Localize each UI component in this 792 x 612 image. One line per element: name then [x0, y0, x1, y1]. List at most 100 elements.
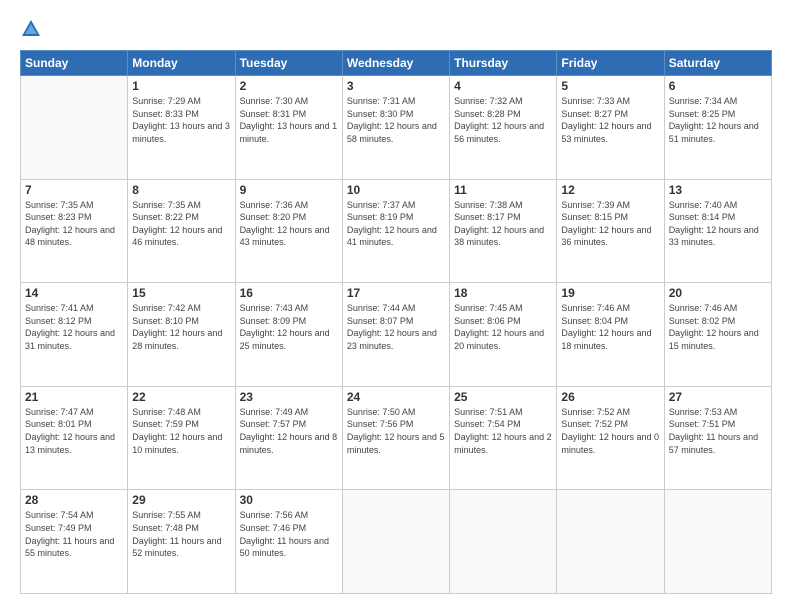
day-info: Sunrise: 7:31 AMSunset: 8:30 PMDaylight:… — [347, 95, 445, 145]
header — [20, 18, 772, 40]
day-number: 13 — [669, 183, 767, 197]
day-info: Sunrise: 7:33 AMSunset: 8:27 PMDaylight:… — [561, 95, 659, 145]
day-number: 24 — [347, 390, 445, 404]
calendar-cell: 12 Sunrise: 7:39 AMSunset: 8:15 PMDayligh… — [557, 179, 664, 283]
calendar-cell: 13 Sunrise: 7:40 AMSunset: 8:14 PMDayligh… — [664, 179, 771, 283]
day-number: 3 — [347, 79, 445, 93]
calendar-cell — [342, 490, 449, 594]
calendar-cell: 3 Sunrise: 7:31 AMSunset: 8:30 PMDaylight… — [342, 76, 449, 180]
day-info: Sunrise: 7:32 AMSunset: 8:28 PMDaylight:… — [454, 95, 552, 145]
day-number: 26 — [561, 390, 659, 404]
day-info: Sunrise: 7:49 AMSunset: 7:57 PMDaylight:… — [240, 406, 338, 456]
day-number: 6 — [669, 79, 767, 93]
day-number: 17 — [347, 286, 445, 300]
calendar-cell: 11Sunrise: 7:38 AMSunset: 8:17 PMDayligh… — [450, 179, 557, 283]
day-number: 15 — [132, 286, 230, 300]
logo-icon — [20, 18, 42, 40]
weekday-header-wednesday: Wednesday — [342, 51, 449, 76]
day-info: Sunrise: 7:50 AMSunset: 7:56 PMDaylight:… — [347, 406, 445, 456]
calendar-cell: 8 Sunrise: 7:35 AMSunset: 8:22 PMDaylight… — [128, 179, 235, 283]
day-number: 28 — [25, 493, 123, 507]
day-info: Sunrise: 7:42 AMSunset: 8:10 PMDaylight:… — [132, 302, 230, 352]
day-info: Sunrise: 7:30 AMSunset: 8:31 PMDaylight:… — [240, 95, 338, 145]
day-info: Sunrise: 7:35 AMSunset: 8:23 PMDaylight:… — [25, 199, 123, 249]
calendar-cell: 17 Sunrise: 7:44 AMSunset: 8:07 PMDayligh… — [342, 283, 449, 387]
day-number: 29 — [132, 493, 230, 507]
day-number: 19 — [561, 286, 659, 300]
day-info: Sunrise: 7:35 AMSunset: 8:22 PMDaylight:… — [132, 199, 230, 249]
day-info: Sunrise: 7:55 AMSunset: 7:48 PMDaylight:… — [132, 509, 230, 559]
calendar-cell: 24 Sunrise: 7:50 AMSunset: 7:56 PMDayligh… — [342, 386, 449, 490]
day-info: Sunrise: 7:51 AMSunset: 7:54 PMDaylight:… — [454, 406, 552, 456]
calendar-cell: 29 Sunrise: 7:55 AMSunset: 7:48 PMDayligh… — [128, 490, 235, 594]
day-number: 12 — [561, 183, 659, 197]
calendar-cell: 27 Sunrise: 7:53 AMSunset: 7:51 PMDayligh… — [664, 386, 771, 490]
calendar-cell: 2 Sunrise: 7:30 AMSunset: 8:31 PMDaylight… — [235, 76, 342, 180]
day-info: Sunrise: 7:40 AMSunset: 8:14 PMDaylight:… — [669, 199, 767, 249]
day-number: 14 — [25, 286, 123, 300]
day-number: 8 — [132, 183, 230, 197]
day-number: 27 — [669, 390, 767, 404]
calendar-cell: 26 Sunrise: 7:52 AMSunset: 7:52 PMDayligh… — [557, 386, 664, 490]
day-number: 20 — [669, 286, 767, 300]
day-number: 1 — [132, 79, 230, 93]
day-info: Sunrise: 7:52 AMSunset: 7:52 PMDaylight:… — [561, 406, 659, 456]
day-info: Sunrise: 7:37 AMSunset: 8:19 PMDaylight:… — [347, 199, 445, 249]
weekday-header-sunday: Sunday — [21, 51, 128, 76]
weekday-header-row: SundayMondayTuesdayWednesdayThursdayFrid… — [21, 51, 772, 76]
day-info: Sunrise: 7:39 AMSunset: 8:15 PMDaylight:… — [561, 199, 659, 249]
calendar-cell: 20Sunrise: 7:46 AMSunset: 8:02 PMDayligh… — [664, 283, 771, 387]
day-info: Sunrise: 7:44 AMSunset: 8:07 PMDaylight:… — [347, 302, 445, 352]
day-number: 25 — [454, 390, 552, 404]
day-info: Sunrise: 7:29 AMSunset: 8:33 PMDaylight:… — [132, 95, 230, 145]
calendar-cell: 19Sunrise: 7:46 AMSunset: 8:04 PMDayligh… — [557, 283, 664, 387]
calendar-cell: 4 Sunrise: 7:32 AMSunset: 8:28 PMDaylight… — [450, 76, 557, 180]
weekday-header-friday: Friday — [557, 51, 664, 76]
day-number: 10 — [347, 183, 445, 197]
calendar-cell: 1 Sunrise: 7:29 AMSunset: 8:33 PMDaylight… — [128, 76, 235, 180]
logo — [20, 18, 46, 40]
calendar-cell: 14 Sunrise: 7:41 AMSunset: 8:12 PMDayligh… — [21, 283, 128, 387]
day-number: 30 — [240, 493, 338, 507]
calendar-table: SundayMondayTuesdayWednesdayThursdayFrid… — [20, 50, 772, 594]
day-info: Sunrise: 7:47 AMSunset: 8:01 PMDaylight:… — [25, 406, 123, 456]
calendar-cell — [450, 490, 557, 594]
calendar-cell — [664, 490, 771, 594]
day-info: Sunrise: 7:53 AMSunset: 7:51 PMDaylight:… — [669, 406, 767, 456]
day-info: Sunrise: 7:41 AMSunset: 8:12 PMDaylight:… — [25, 302, 123, 352]
calendar-week-row: 1 Sunrise: 7:29 AMSunset: 8:33 PMDaylight… — [21, 76, 772, 180]
day-number: 23 — [240, 390, 338, 404]
calendar-cell: 7 Sunrise: 7:35 AMSunset: 8:23 PMDaylight… — [21, 179, 128, 283]
calendar-week-row: 7 Sunrise: 7:35 AMSunset: 8:23 PMDaylight… — [21, 179, 772, 283]
day-info: Sunrise: 7:36 AMSunset: 8:20 PMDaylight:… — [240, 199, 338, 249]
day-number: 5 — [561, 79, 659, 93]
calendar-cell: 10 Sunrise: 7:37 AMSunset: 8:19 PMDayligh… — [342, 179, 449, 283]
day-info: Sunrise: 7:48 AMSunset: 7:59 PMDaylight:… — [132, 406, 230, 456]
calendar-cell — [557, 490, 664, 594]
day-number: 16 — [240, 286, 338, 300]
calendar-cell: 30 Sunrise: 7:56 AMSunset: 7:46 PMDayligh… — [235, 490, 342, 594]
day-number: 18 — [454, 286, 552, 300]
page: SundayMondayTuesdayWednesdayThursdayFrid… — [0, 0, 792, 612]
weekday-header-monday: Monday — [128, 51, 235, 76]
day-number: 2 — [240, 79, 338, 93]
day-info: Sunrise: 7:45 AMSunset: 8:06 PMDaylight:… — [454, 302, 552, 352]
calendar-cell: 15 Sunrise: 7:42 AMSunset: 8:10 PMDayligh… — [128, 283, 235, 387]
day-info: Sunrise: 7:54 AMSunset: 7:49 PMDaylight:… — [25, 509, 123, 559]
calendar-cell: 16 Sunrise: 7:43 AMSunset: 8:09 PMDayligh… — [235, 283, 342, 387]
day-info: Sunrise: 7:34 AMSunset: 8:25 PMDaylight:… — [669, 95, 767, 145]
day-number: 22 — [132, 390, 230, 404]
calendar-cell: 25 Sunrise: 7:51 AMSunset: 7:54 PMDayligh… — [450, 386, 557, 490]
weekday-header-saturday: Saturday — [664, 51, 771, 76]
day-number: 4 — [454, 79, 552, 93]
calendar-cell: 22 Sunrise: 7:48 AMSunset: 7:59 PMDayligh… — [128, 386, 235, 490]
calendar-cell: 28 Sunrise: 7:54 AMSunset: 7:49 PMDayligh… — [21, 490, 128, 594]
calendar-cell: 21Sunrise: 7:47 AMSunset: 8:01 PMDayligh… — [21, 386, 128, 490]
day-info: Sunrise: 7:43 AMSunset: 8:09 PMDaylight:… — [240, 302, 338, 352]
calendar-cell: 9Sunrise: 7:36 AMSunset: 8:20 PMDaylight… — [235, 179, 342, 283]
calendar-week-row: 21Sunrise: 7:47 AMSunset: 8:01 PMDayligh… — [21, 386, 772, 490]
calendar-week-row: 28 Sunrise: 7:54 AMSunset: 7:49 PMDayligh… — [21, 490, 772, 594]
calendar-cell: 18 Sunrise: 7:45 AMSunset: 8:06 PMDayligh… — [450, 283, 557, 387]
day-info: Sunrise: 7:56 AMSunset: 7:46 PMDaylight:… — [240, 509, 338, 559]
day-number: 7 — [25, 183, 123, 197]
